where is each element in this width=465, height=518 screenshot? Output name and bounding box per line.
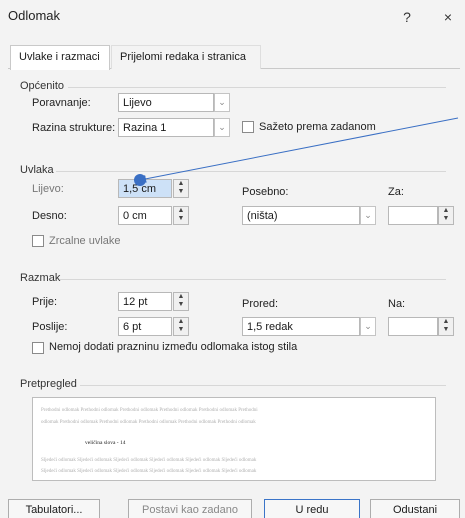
chevron-down-icon[interactable]: ⌄ [214,93,230,112]
general-heading: Općenito [20,80,65,92]
spacing-before-label: Prije: [32,296,58,308]
line-spacing-select[interactable]: 1,5 redak [242,317,360,336]
outline-level-select[interactable]: Razina 1 [118,118,214,137]
left-indent-label: Lijevo: [32,183,64,195]
spacing-after-input[interactable]: 6 pt [118,317,172,336]
indent-by-input[interactable] [388,206,438,225]
mirror-indents-checkbox[interactable] [32,235,44,247]
chevron-down-icon[interactable]: ⌄ [360,206,376,225]
special-indent-select[interactable]: (ništa) [242,206,360,225]
indent-by-stepper[interactable]: ▲ ▼ [438,206,454,225]
right-indent-stepper[interactable]: ▲ ▼ [173,206,189,225]
line-spacing-at-label: Na: [388,298,406,310]
indent-divider [56,171,446,172]
no-space-same-style-checkbox[interactable] [32,342,44,354]
ok-button[interactable]: U redu [264,499,360,518]
chevron-down-icon[interactable]: ⌄ [360,317,376,336]
right-indent-input[interactable]: 0 cm [118,206,172,225]
preview-previous-paragraph: odlomak Prethodni odlomak Prethodni odlo… [41,420,256,425]
cancel-button[interactable]: Odustani [370,499,460,518]
spacing-before-input[interactable]: 12 pt [118,292,172,311]
preview-next-paragraph: Sljedeći odlomak Sljedeći odlomak Sljede… [41,469,257,474]
alignment-select[interactable]: Lijevo [118,93,214,112]
no-space-same-style-label: Nemoj dodati prazninu između odlomaka is… [49,341,298,353]
collapsed-label: Sažeto prema zadanom [259,121,376,133]
preview-previous-paragraph: Prethodni odlomak Prethodni odlomak Pret… [41,408,258,413]
mirror-indents-label: Zrcalne uvlake [49,235,121,247]
spacing-before-stepper[interactable]: ▲ ▼ [173,292,189,311]
left-indent-input[interactable]: 1,5 cm [118,179,172,198]
special-indent-label: Posebno: [242,186,289,198]
indent-by-label: Za: [388,186,404,198]
preview-sample-text: veličina slova - 14 [85,440,126,446]
spacing-after-label: Poslije: [32,321,68,333]
preview-heading: Pretpregled [20,378,77,390]
collapsed-checkbox[interactable] [242,121,254,133]
tab-line-page-breaks[interactable]: Prijelomi redaka i stranica [111,45,261,69]
outline-level-label: Razina strukture: [32,122,116,134]
preview-next-paragraph: Sljedeći odlomak Sljedeći odlomak Sljede… [41,458,257,463]
spacing-after-stepper[interactable]: ▲ ▼ [173,317,189,336]
set-as-default-button[interactable]: Postavi kao zadano [128,499,252,518]
spacing-heading: Razmak [20,272,61,284]
indent-heading: Uvlaka [20,164,54,176]
alignment-label: Poravnanje: [32,97,91,109]
right-indent-label: Desno: [32,210,67,222]
help-button[interactable]: ? [395,6,419,28]
preview-pane: Prethodni odlomak Prethodni odlomak Pret… [32,397,436,481]
general-divider [68,87,446,88]
line-spacing-at-input[interactable] [388,317,438,336]
dialog-title: Odlomak [8,8,61,23]
tabs-button[interactable]: Tabulatori... [8,499,100,518]
left-indent-stepper[interactable]: ▲ ▼ [173,179,189,198]
close-button[interactable]: × [436,6,460,28]
line-spacing-at-stepper[interactable]: ▲ ▼ [438,317,454,336]
chevron-down-icon[interactable]: ⌄ [214,118,230,137]
tab-indents-spacing[interactable]: Uvlake i razmaci [10,45,110,70]
preview-divider [80,385,446,386]
line-spacing-label: Prored: [242,298,279,310]
spacing-divider [60,279,446,280]
